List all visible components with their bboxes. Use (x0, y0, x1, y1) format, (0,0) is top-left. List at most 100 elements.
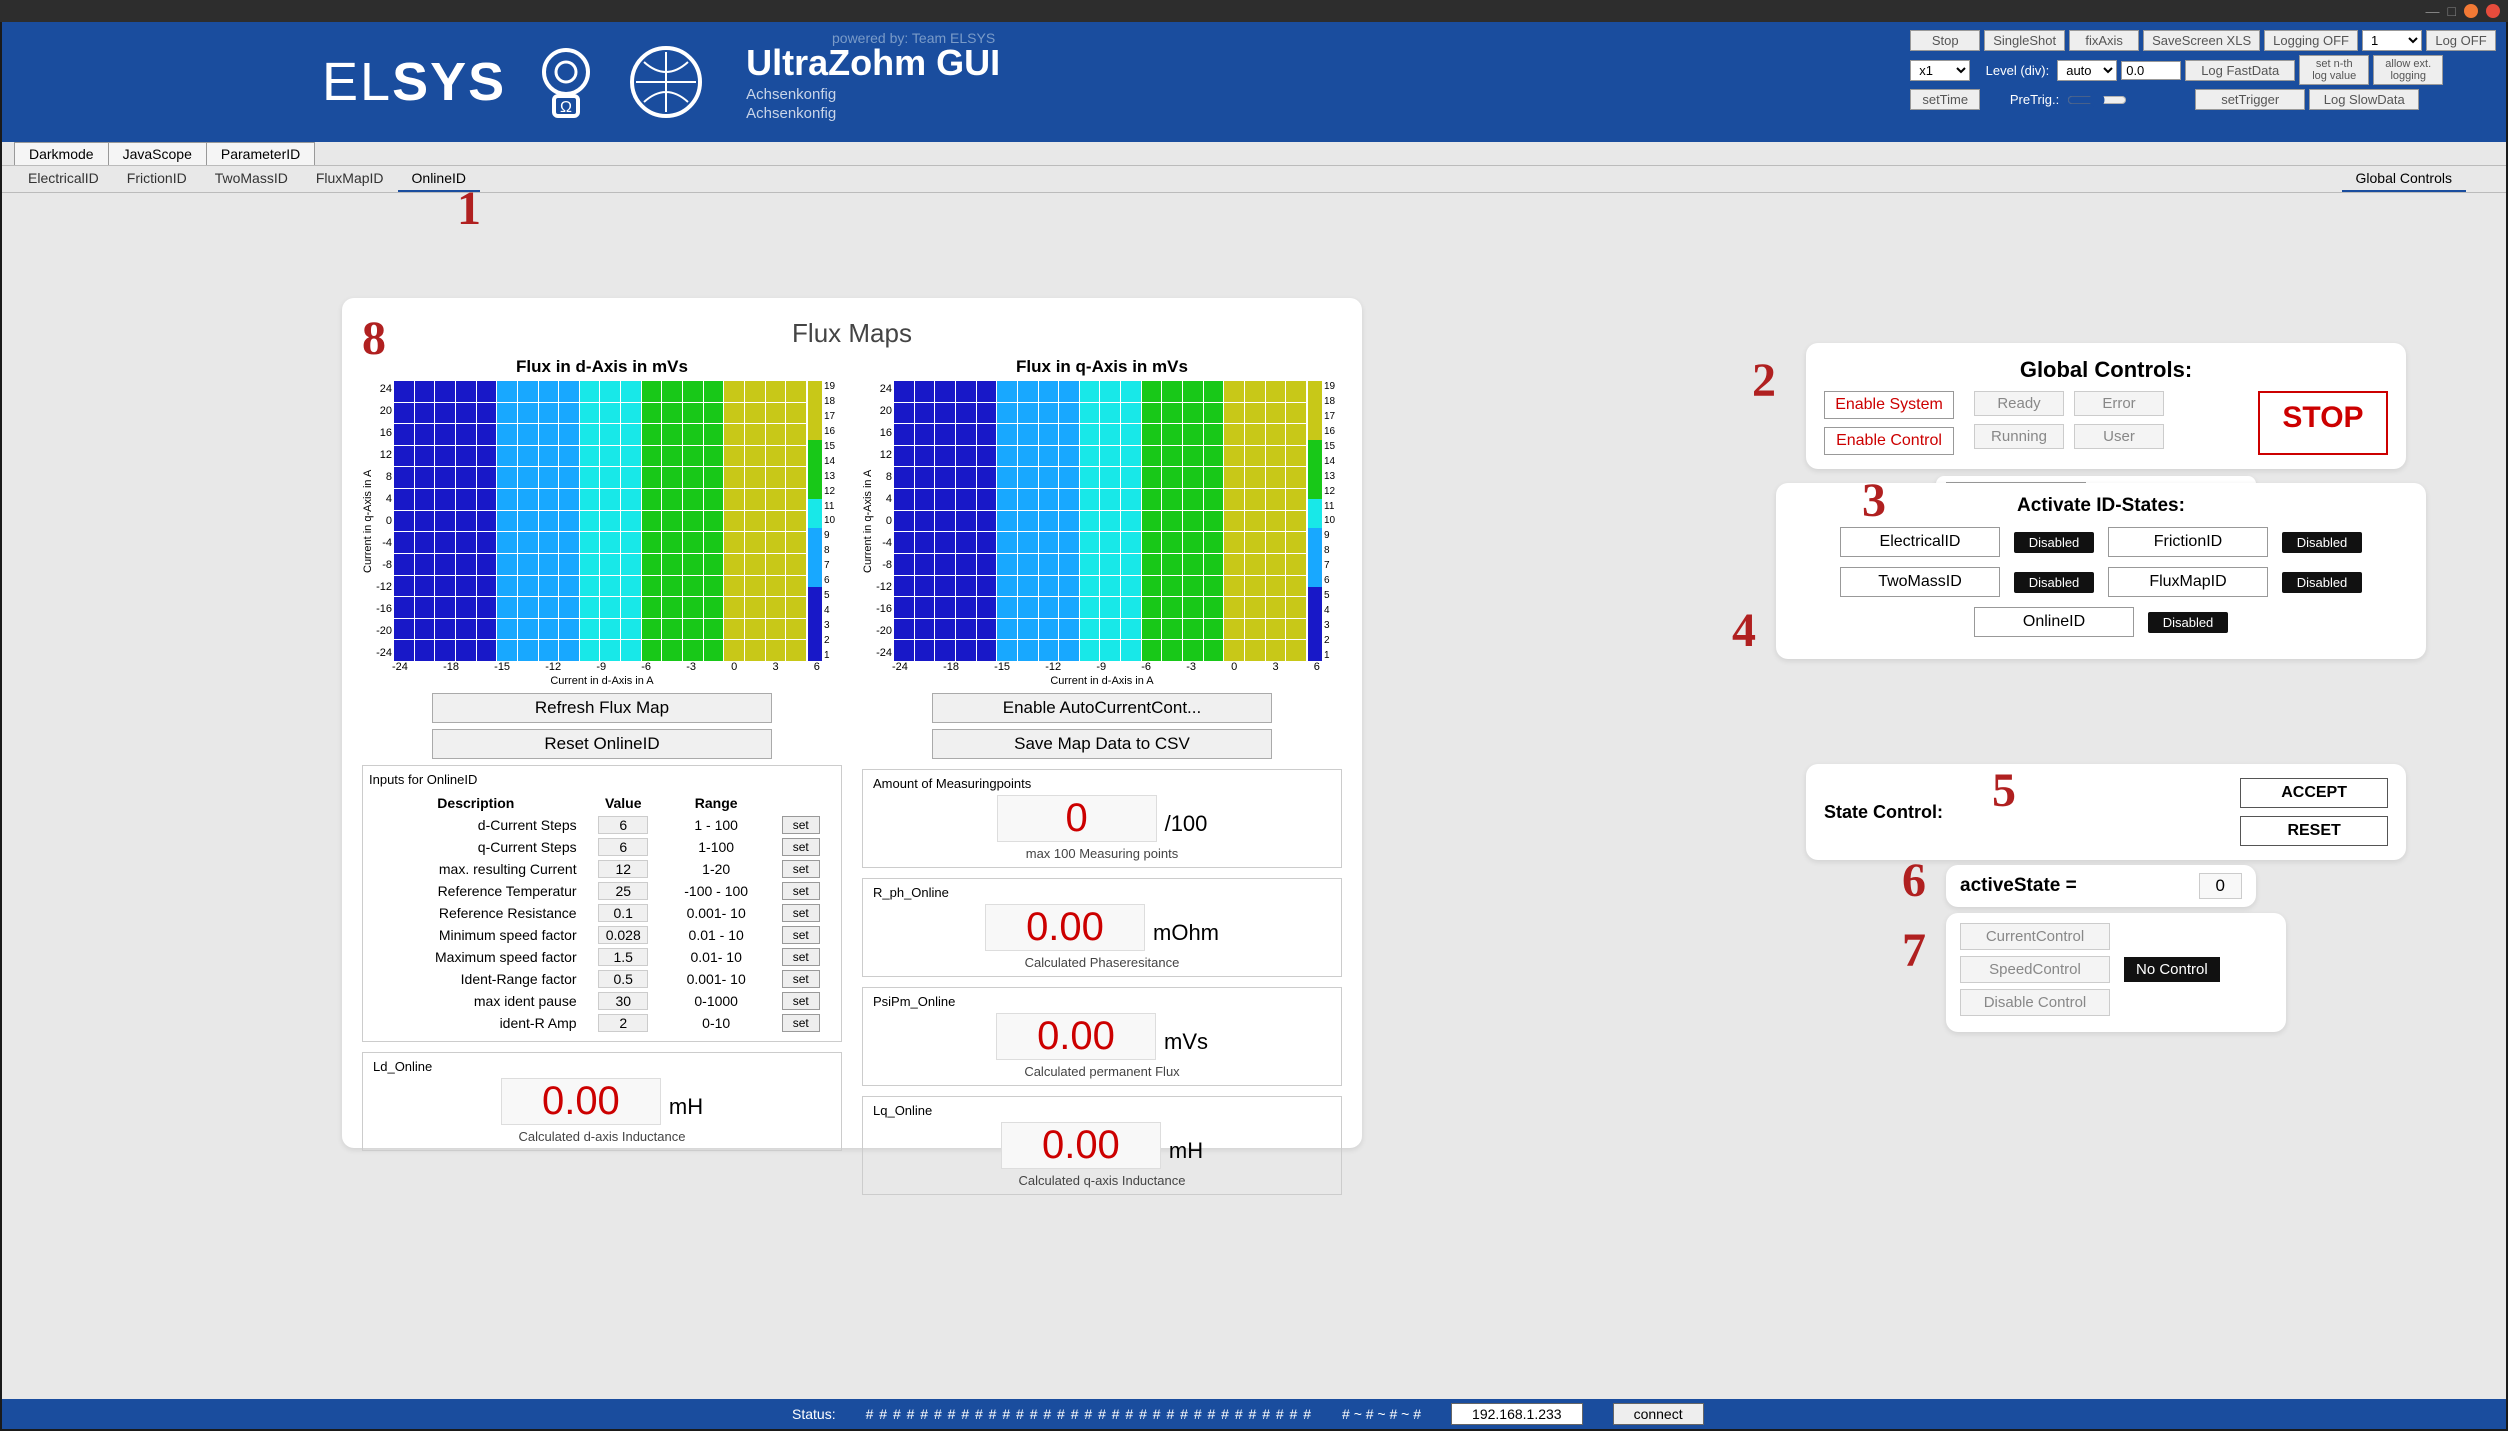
primary-tabs: Darkmode JavaScope ParameterID (2, 142, 2506, 166)
level-mode-select[interactable]: auto (2057, 60, 2117, 81)
set-button[interactable]: set (782, 838, 820, 856)
flux-q-subtitle: Flux in q-Axis in mVs (862, 357, 1342, 377)
flux-d-colorbar (808, 381, 822, 661)
global-controls-panel: Global Controls: Enable System Enable Co… (1806, 343, 2406, 469)
set-button[interactable]: set (782, 904, 820, 922)
stop-button-large[interactable]: STOP (2258, 391, 2388, 455)
app-subtitle-2: Achsenkonfig (746, 105, 1000, 122)
tab-twomassid[interactable]: TwoMassID (201, 166, 302, 192)
fixaxis-button[interactable]: fixAxis (2069, 30, 2139, 51)
log-num-select[interactable]: 1 (2362, 30, 2422, 51)
set-nth-button[interactable]: set n-th log value (2299, 55, 2369, 85)
annotation-2: 2 (1752, 353, 1776, 408)
window-restore-icon[interactable] (2464, 4, 2478, 18)
refresh-flux-map-button[interactable]: Refresh Flux Map (432, 693, 772, 723)
flux-d-xaxis: -24-18-15-12-9-6-3036 (362, 661, 842, 673)
tab-global-controls[interactable]: Global Controls (2342, 166, 2467, 192)
ip-address-field[interactable]: 192.168.1.233 (1451, 1403, 1583, 1425)
svg-text:Ω: Ω (560, 99, 572, 116)
activate-button[interactable]: TwoMassID (1840, 567, 2000, 597)
tab-fluxmapid[interactable]: FluxMapID (302, 166, 398, 192)
activate-id-title: Activate ID-States: (1794, 495, 2408, 517)
log-slowdata-button[interactable]: Log SlowData (2309, 89, 2419, 110)
flux-maps-title: Flux Maps (362, 318, 1342, 349)
level-div-label: Level (div): (1974, 63, 2049, 78)
set-button[interactable]: set (782, 970, 820, 988)
activate-button[interactable]: FrictionID (2108, 527, 2268, 557)
window-close-icon[interactable] (2486, 4, 2500, 18)
enable-autocurrent-button[interactable]: Enable AutoCurrentCont... (932, 693, 1272, 723)
accept-button[interactable]: ACCEPT (2240, 778, 2388, 808)
scale-select[interactable]: x1 (1910, 60, 1970, 81)
state-control-label: State Control: (1824, 802, 2240, 823)
logo-text: ELSYS (322, 51, 506, 113)
disable-control-button[interactable]: Disable Control (1960, 989, 2110, 1016)
annotation-6: 6 (1902, 853, 1926, 908)
stop-button[interactable]: Stop (1910, 30, 1980, 51)
activate-button[interactable]: OnlineID (1974, 607, 2134, 637)
log-fastdata-button[interactable]: Log FastData (2185, 60, 2295, 81)
set-button[interactable]: set (782, 860, 820, 878)
window-minimize-icon[interactable]: — (2426, 3, 2440, 19)
set-trigger-button[interactable]: setTrigger (2195, 89, 2305, 110)
status-running: Running (1974, 424, 2064, 449)
logo-gear-icon: Ω (526, 42, 606, 122)
flux-q-yaxis: 24201612840-4-8-12-16-20-24 (874, 381, 894, 661)
meas-readout: Amount of Measuringpoints 0/100 max 100 … (862, 769, 1342, 868)
tab-electricalid[interactable]: ElectricalID (14, 166, 113, 192)
logo-globe-icon (626, 42, 706, 122)
reset-button[interactable]: RESET (2240, 816, 2388, 846)
settime-button[interactable]: setTime (1910, 89, 1980, 110)
app-subtitle-1: Achsenkonfig (746, 86, 1000, 103)
log-off-button[interactable]: Log OFF (2426, 30, 2496, 51)
tab-parameterid[interactable]: ParameterID (206, 142, 315, 165)
save-csv-button[interactable]: Save Map Data to CSV (932, 729, 1272, 759)
window-maximize-icon[interactable]: □ (2448, 3, 2456, 19)
set-button[interactable]: set (782, 882, 820, 900)
toolbar: Stop SingleShot fixAxis SaveScreen XLS L… (1910, 30, 2496, 110)
tab-darkmode[interactable]: Darkmode (14, 142, 109, 165)
annotation-5: 5 (1992, 763, 2016, 818)
reset-onlineid-button[interactable]: Reset OnlineID (432, 729, 772, 759)
level-value-input[interactable] (2121, 61, 2181, 80)
secondary-tabs: ElectricalID FrictionID TwoMassID FluxMa… (2, 166, 2506, 193)
flux-q-colorbar-ticks: 19181716151413121110987654321 (1324, 381, 1342, 661)
logging-off-button[interactable]: Logging OFF (2264, 30, 2358, 51)
flux-q-xaxis: -24-18-15-12-9-6-3036 (862, 661, 1342, 673)
current-control-button[interactable]: CurrentControl (1960, 923, 2110, 950)
tab-frictionid[interactable]: FrictionID (113, 166, 201, 192)
set-button[interactable]: set (782, 992, 820, 1010)
rph-readout: R_ph_Online 0.00mOhm Calculated Phaseres… (862, 878, 1342, 977)
pretrig-label: PreTrig.: (1984, 92, 2059, 107)
pretrig-slider[interactable] (2067, 92, 2127, 108)
set-button[interactable]: set (782, 926, 820, 944)
savescreen-button[interactable]: SaveScreen XLS (2143, 30, 2260, 51)
app-title: UltraZohm GUI (746, 42, 1000, 84)
set-button[interactable]: set (782, 948, 820, 966)
psi-readout: PsiPm_Online 0.00mVs Calculated permanen… (862, 987, 1342, 1086)
allow-ext-logging-button[interactable]: allow ext. logging (2373, 55, 2443, 85)
flux-d-heatmap (394, 381, 806, 661)
connect-button[interactable]: connect (1613, 1403, 1704, 1425)
flux-d-yaxis: 24201612840-4-8-12-16-20-24 (374, 381, 394, 661)
singleshot-button[interactable]: SingleShot (1984, 30, 2065, 51)
tab-javascope[interactable]: JavaScope (108, 142, 207, 165)
enable-system-button[interactable]: Enable System (1824, 391, 1954, 419)
status-ready: Ready (1974, 391, 2064, 416)
annotation-4: 4 (1732, 603, 1756, 658)
control-mode-badge: No Control (2124, 957, 2220, 982)
flux-q-xlabel: Current in d-Axis in A (862, 675, 1342, 687)
powered-by-text: powered by: Team ELSYS (832, 30, 995, 46)
set-button[interactable]: set (782, 816, 820, 834)
control-mode-panel: CurrentControl SpeedControl No Control D… (1946, 913, 2286, 1032)
enable-control-button[interactable]: Enable Control (1824, 427, 1954, 455)
status-user: User (2074, 424, 2164, 449)
lq-readout: Lq_Online 0.00mH Calculated q-axis Induc… (862, 1096, 1342, 1195)
set-button[interactable]: set (782, 1014, 820, 1032)
activate-button[interactable]: FluxMapID (2108, 567, 2268, 597)
flux-q-colorbar (1308, 381, 1322, 661)
activate-button[interactable]: ElectricalID (1840, 527, 2000, 557)
flux-d-xlabel: Current in d-Axis in A (362, 675, 842, 687)
annotation-8: 8 (362, 311, 386, 366)
speed-control-button[interactable]: SpeedControl (1960, 956, 2110, 983)
